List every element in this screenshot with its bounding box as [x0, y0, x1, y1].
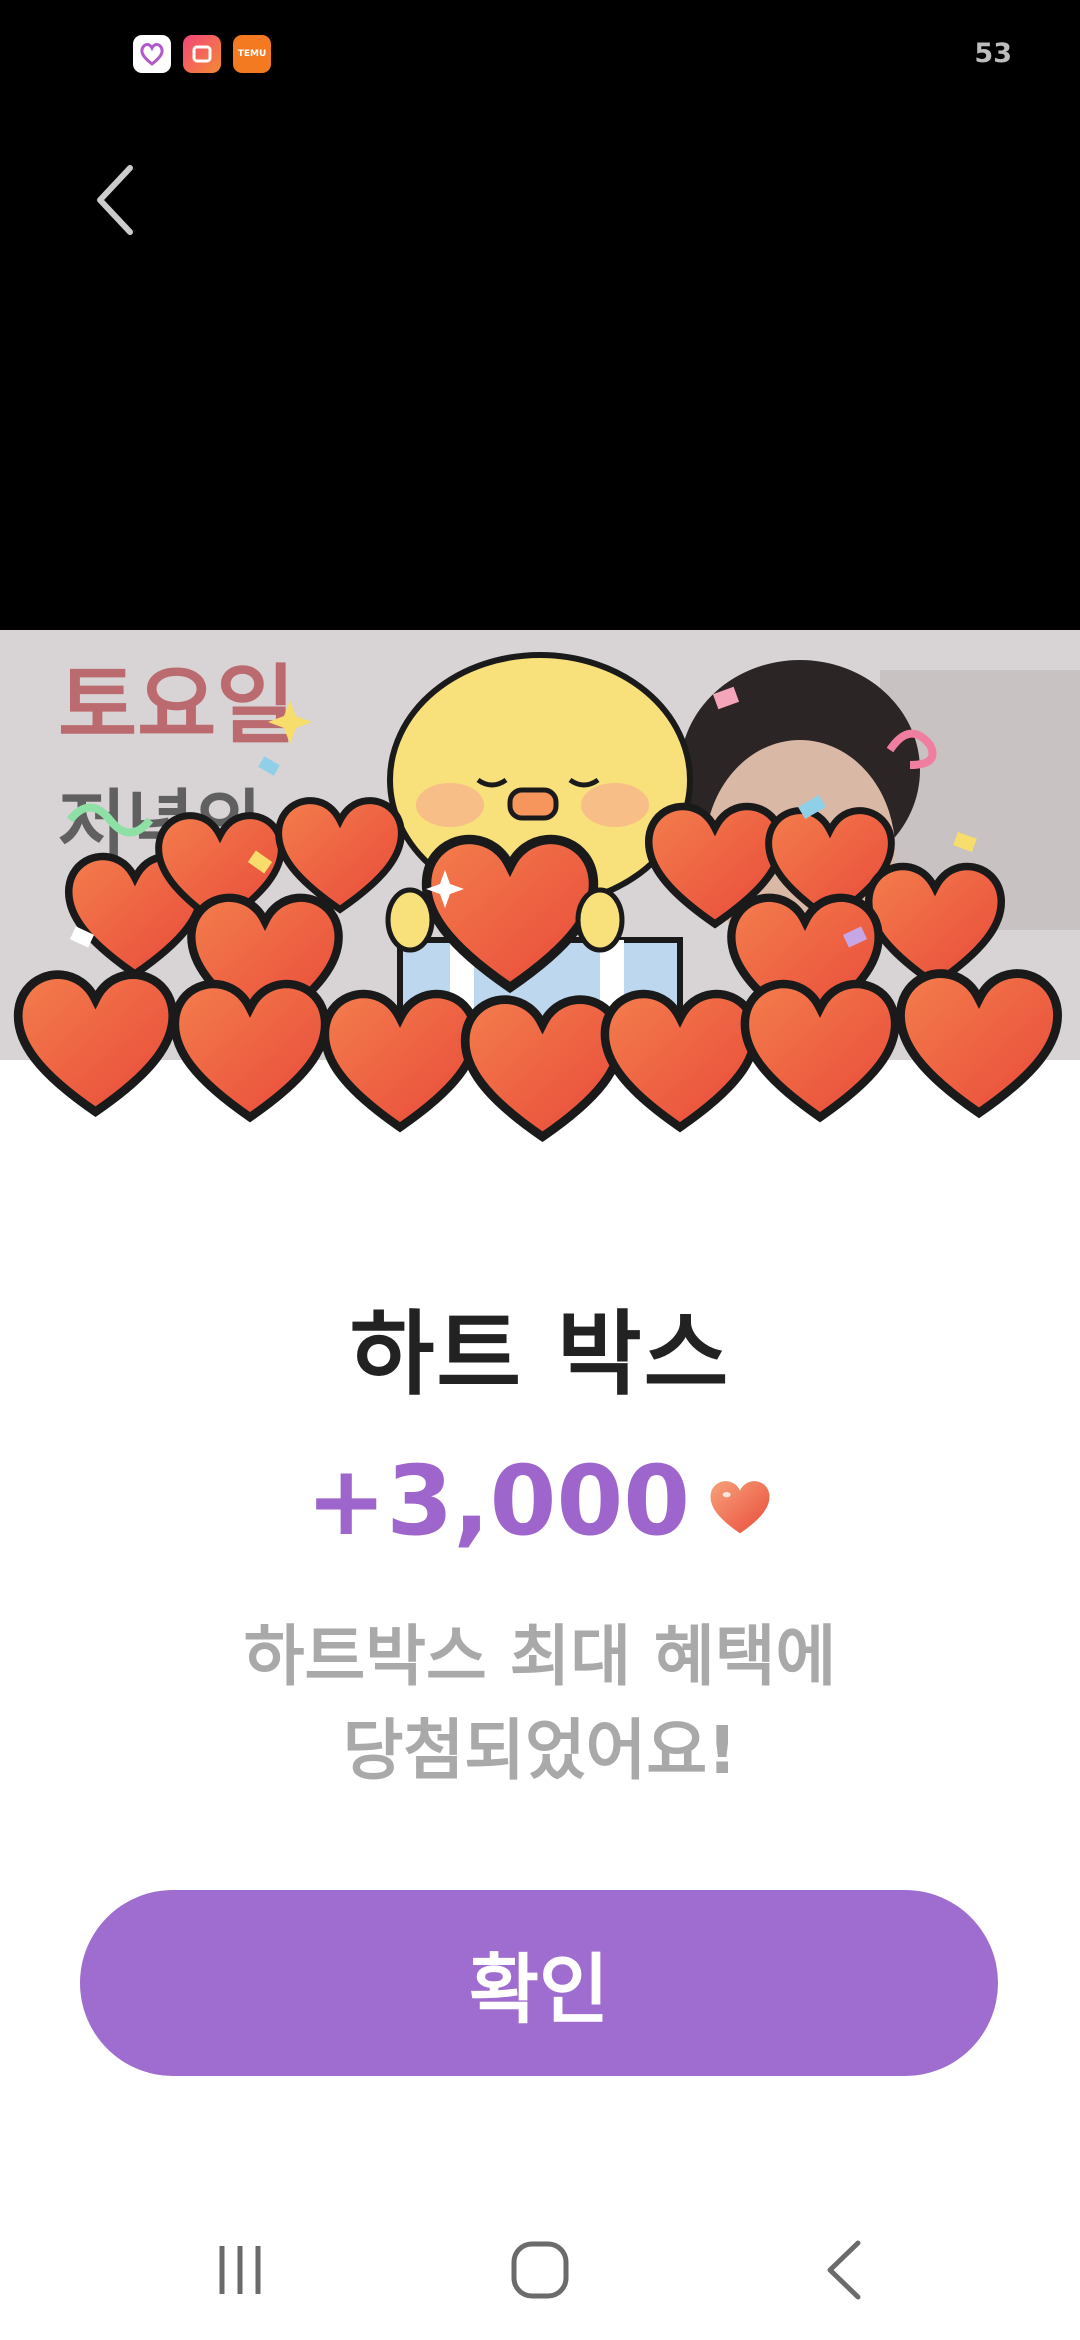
- recent-apps-icon: [219, 2246, 261, 2294]
- reward-message-line1: 하트박스 최대 혜택에: [243, 1618, 837, 1695]
- reward-amount-row: +3,000: [0, 1445, 1080, 1557]
- confirm-button[interactable]: 확인: [80, 1890, 998, 2076]
- reward-title: 하트 박스: [349, 1301, 731, 1408]
- reward-message-line2: 당첨되었어요!: [342, 1712, 738, 1789]
- temu-app-icon: TEMU: [233, 35, 271, 73]
- reward-message: 하트박스 최대 혜택에 당첨되었어요!: [0, 1610, 1080, 1798]
- heart-box-illustration: 토요일 저녁의: [0, 630, 1080, 1150]
- temu-label: TEMU: [237, 48, 267, 59]
- home-button[interactable]: [490, 2230, 590, 2310]
- back-icon: [827, 2240, 861, 2300]
- chevron-left-icon: [97, 165, 133, 235]
- reward-illustration: 토요일 저녁의: [0, 630, 1080, 1150]
- recent-apps-button[interactable]: [190, 2230, 290, 2310]
- svg-text:토요일: 토요일: [58, 656, 295, 756]
- status-time: 53: [974, 38, 1012, 69]
- home-icon: [511, 2241, 569, 2299]
- back-button[interactable]: [88, 160, 148, 240]
- status-icons: TEMU: [133, 35, 271, 73]
- reward-amount: +3,000: [305, 1445, 691, 1557]
- heart-app-icon: [133, 35, 171, 73]
- heart-icon: [710, 1481, 770, 1534]
- top-area: TEMU 53: [0, 0, 1080, 630]
- system-nav-bar: [0, 2200, 1080, 2340]
- system-back-button[interactable]: [795, 2230, 895, 2310]
- gradient-app-icon: [183, 35, 221, 73]
